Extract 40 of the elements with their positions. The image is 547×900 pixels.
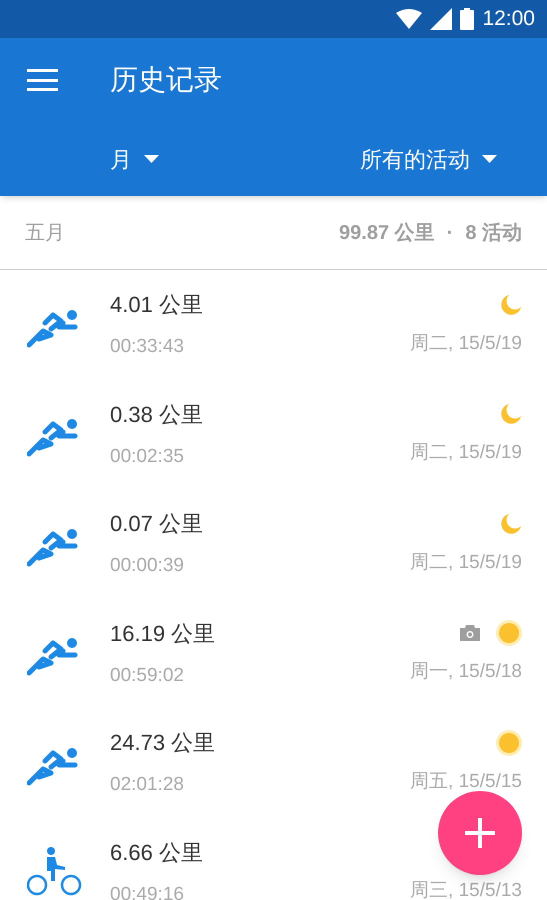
activity-row[interactable]: 16.19 公里 00:59:02 周一, 15/5/18: [0, 598, 547, 708]
date: 周三, 15/5/13: [410, 879, 522, 900]
duration: 00:02:35: [110, 444, 185, 468]
menu-icon[interactable]: [27, 69, 58, 91]
distance: 0.07 公里: [110, 510, 204, 538]
dropdown-arrow-icon: [144, 155, 159, 163]
cyclist-icon: [27, 847, 83, 898]
distance: 0.38 公里: [110, 400, 204, 428]
duration: 00:49:16: [110, 882, 185, 900]
date: 周二, 15/5/19: [410, 550, 522, 574]
app-title: 历史记录: [110, 63, 222, 97]
date: 周五, 15/5/15: [410, 770, 522, 794]
date: 周一, 15/5/18: [410, 660, 522, 684]
signal-icon: [430, 8, 452, 30]
activity-row[interactable]: 0.07 公里 00:00:39 周二, 15/5/19: [0, 489, 547, 598]
filter-dropdown[interactable]: 所有的活动: [360, 142, 497, 176]
duration: 00:33:43: [110, 335, 185, 359]
distance: 24.73 公里: [110, 729, 216, 757]
wifi-icon: [396, 9, 422, 29]
clock-time: 12:00: [482, 6, 535, 32]
dropdown-arrow-icon: [482, 155, 497, 163]
total-distance: 99.87 公里: [339, 220, 435, 246]
plus-icon: [465, 818, 495, 848]
distance: 6.66 公里: [110, 838, 204, 866]
activity-row[interactable]: 24.73 公里 02:01:28 周五, 15/5/15: [0, 708, 547, 818]
date: 周二, 15/5/19: [410, 332, 522, 356]
filter-dropdown[interactable]: 月: [110, 142, 159, 176]
activity-count: 8 活动: [465, 220, 522, 246]
separator: ·: [446, 220, 454, 246]
activity-row[interactable]: 4.01 公里 00:33:43 周二, 15/5/19: [0, 270, 547, 380]
date: 周二, 15/5/19: [410, 441, 522, 465]
month-label: 五月: [25, 220, 65, 246]
distance: 4.01 公里: [110, 291, 204, 319]
duration: 02:01:28: [110, 773, 185, 797]
activity-row[interactable]: 6.66 公里 00:49:16 周三, 15/5/13: [0, 818, 547, 900]
duration: 00:59:02: [110, 664, 185, 688]
activity-row[interactable]: 0.38 公里 00:02:35 周二, 15/5/19: [0, 380, 547, 489]
distance: 16.19 公里: [110, 620, 216, 648]
duration: 00:00:39: [110, 554, 185, 578]
battery-icon: [460, 8, 474, 30]
